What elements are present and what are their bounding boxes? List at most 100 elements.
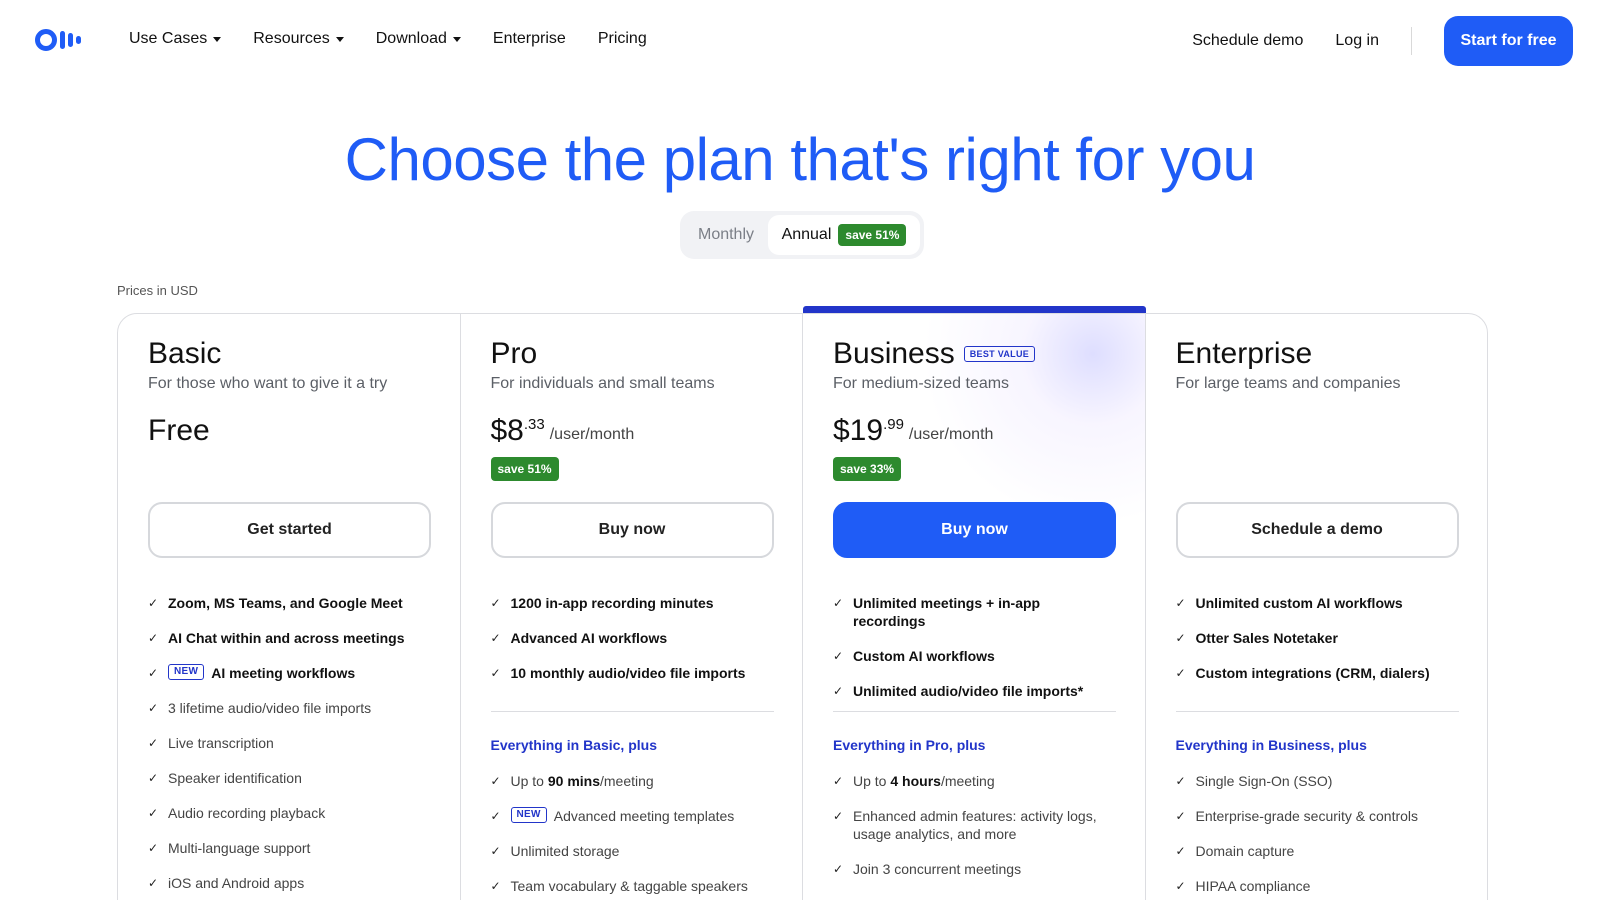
- feature-list: ✓ Zoom, MS Teams, and Google Meet ✓ AI Cha…: [148, 594, 431, 900]
- chevron-down-icon: [452, 36, 461, 42]
- feature-text: Team vocabulary & taggable speakers: [510, 878, 748, 894]
- pricing-cards: Basic For those who want to give it a tr…: [117, 313, 1488, 900]
- list-item: ✓ Audio recording playback: [148, 804, 431, 822]
- feature-text: Domain capture: [1195, 843, 1295, 859]
- billing-toggle: Monthly Annual save 51%: [680, 211, 924, 259]
- list-item: ✓ Multi-language support: [148, 839, 431, 857]
- price-dollars: $19: [833, 414, 884, 447]
- check-icon: ✓: [148, 806, 159, 820]
- check-icon: ✓: [1175, 774, 1186, 788]
- feature-text: HIPAA compliance: [1195, 878, 1311, 894]
- nav-use-cases[interactable]: Use Cases: [129, 30, 222, 48]
- plan-card-enterprise: Enterprise For large teams and companies…: [1146, 314, 1488, 900]
- feature-text: Unlimited storage: [510, 843, 620, 859]
- start-for-free-button[interactable]: Start for free: [1444, 16, 1573, 66]
- nav-enterprise[interactable]: Enterprise: [493, 30, 566, 48]
- feature-list: ✓ Unlimited meetings + in-app recordings …: [833, 594, 1116, 717]
- best-value-badge: BEST VALUE: [963, 346, 1036, 362]
- feature-text: Unlimited meetings + in-app recordings: [853, 595, 1041, 629]
- buy-now-button[interactable]: Buy now: [833, 502, 1116, 558]
- plan-name-text: Business: [833, 337, 955, 370]
- feature-text: Advanced meeting templates: [553, 808, 735, 824]
- nav-download[interactable]: Download: [376, 30, 461, 48]
- otter-logo[interactable]: [35, 28, 93, 52]
- top-nav: Use Cases Resources Download Enterprise …: [0, 0, 1600, 80]
- check-icon: ✓: [833, 649, 844, 663]
- list-item: ✓ Unlimited audio/video file imports*: [833, 682, 1116, 700]
- save-badge: save 51%: [490, 457, 559, 481]
- check-icon: ✓: [148, 701, 159, 715]
- check-icon: ✓: [148, 736, 159, 750]
- list-item: ✓ Up to 90 mins/meeting: [491, 772, 774, 790]
- feature-text: Join 3 concurrent meetings: [853, 861, 1022, 877]
- nav-pricing[interactable]: Pricing: [598, 30, 647, 48]
- price-period: /user/month: [908, 426, 994, 443]
- new-badge: NEW: [510, 807, 547, 823]
- feature-text: Audio recording playback: [168, 805, 326, 821]
- list-item: ✓ Unlimited custom AI workflows: [1176, 594, 1459, 612]
- nav-divider: [1411, 27, 1412, 55]
- list-item: ✓ 10 monthly audio/video file imports: [491, 664, 774, 682]
- chevron-down-icon: [213, 36, 222, 42]
- plan-description: For individuals and small teams: [490, 375, 715, 392]
- list-item: ✓ HIPAA compliance: [1176, 877, 1459, 895]
- check-icon: ✓: [490, 631, 501, 645]
- check-icon: ✓: [833, 774, 844, 788]
- featured-plan-bar: [803, 306, 1146, 313]
- list-item: ✓ Otter Sales Notetaker: [1176, 629, 1459, 647]
- check-icon: ✓: [1175, 809, 1186, 823]
- plan-card-business: Business BEST VALUE For medium-sized team…: [803, 314, 1146, 900]
- nav-links: Use Cases Resources Download Enterprise …: [129, 30, 679, 48]
- check-icon: ✓: [148, 596, 159, 610]
- list-item: ✓ Unlimited storage: [491, 842, 774, 860]
- plan-price: $8 .33 /user/month: [491, 414, 635, 448]
- feature-text: Up to 90 mins/meeting: [510, 773, 654, 789]
- list-item: ✓ AI Chat within and across meetings: [148, 629, 431, 647]
- nav-resources[interactable]: Resources: [253, 30, 344, 48]
- nav-download-label: Download: [375, 30, 447, 47]
- check-icon: ✓: [148, 876, 159, 890]
- schedule-a-demo-button[interactable]: Schedule a demo: [1175, 502, 1459, 558]
- toggle-annual[interactable]: Annual save 51%: [768, 215, 920, 255]
- toggle-monthly[interactable]: Monthly: [684, 226, 768, 244]
- nav-use-cases-label: Use Cases: [129, 30, 208, 47]
- feature-text: Advanced AI workflows: [510, 630, 668, 646]
- save-badge: save 33%: [833, 457, 902, 481]
- check-icon: ✓: [833, 596, 844, 610]
- divider: [1175, 711, 1459, 712]
- nav-enterprise-label: Enterprise: [492, 30, 566, 47]
- check-icon: ✓: [148, 631, 159, 645]
- nav-resources-label: Resources: [253, 30, 330, 47]
- plan-price: $19 .99 /user/month: [833, 414, 993, 448]
- list-item: ✓ Advanced AI workflows: [491, 629, 774, 647]
- chevron-down-icon: [335, 36, 344, 42]
- check-icon: ✓: [490, 666, 501, 680]
- check-icon: ✓: [490, 809, 501, 823]
- list-item: ✓ 1200 in-app recording minutes: [491, 594, 774, 612]
- log-in-link[interactable]: Log in: [1335, 32, 1379, 50]
- feature-text: 10 monthly audio/video file imports: [510, 665, 746, 681]
- feature-list: ✓ 1200 in-app recording minutes ✓ Advanced…: [491, 594, 774, 699]
- list-item: ✓ Single Sign-On (SSO): [1176, 772, 1459, 790]
- feature-text: 1200 in-app recording minutes: [510, 595, 714, 611]
- extra-feature-list: ✓ Up to 4 hours/meeting ✓ Enhanced admin f…: [833, 772, 1116, 895]
- feature-text: 3 lifetime audio/video file imports: [168, 700, 372, 716]
- divider: [490, 711, 774, 712]
- schedule-demo-link[interactable]: Schedule demo: [1192, 32, 1303, 50]
- check-icon: ✓: [148, 666, 159, 680]
- check-icon: ✓: [1175, 631, 1186, 645]
- price-dollars: $8: [490, 414, 524, 447]
- feature-text: Multi-language support: [168, 840, 311, 856]
- check-icon: ✓: [1175, 666, 1186, 680]
- plan-description: For large teams and companies: [1175, 375, 1401, 392]
- check-icon: ✓: [1175, 596, 1186, 610]
- feature-text: Otter Sales Notetaker: [1195, 630, 1338, 646]
- list-item: ✓ Join 3 concurrent meetings: [833, 860, 1116, 878]
- check-icon: ✓: [833, 809, 844, 823]
- check-icon: ✓: [490, 879, 501, 893]
- get-started-button[interactable]: Get started: [148, 502, 431, 558]
- nav-pricing-label: Pricing: [597, 30, 647, 47]
- buy-now-button[interactable]: Buy now: [490, 502, 774, 558]
- check-icon: ✓: [490, 596, 501, 610]
- nav-right: Schedule demo Log in Start for free: [1192, 16, 1600, 66]
